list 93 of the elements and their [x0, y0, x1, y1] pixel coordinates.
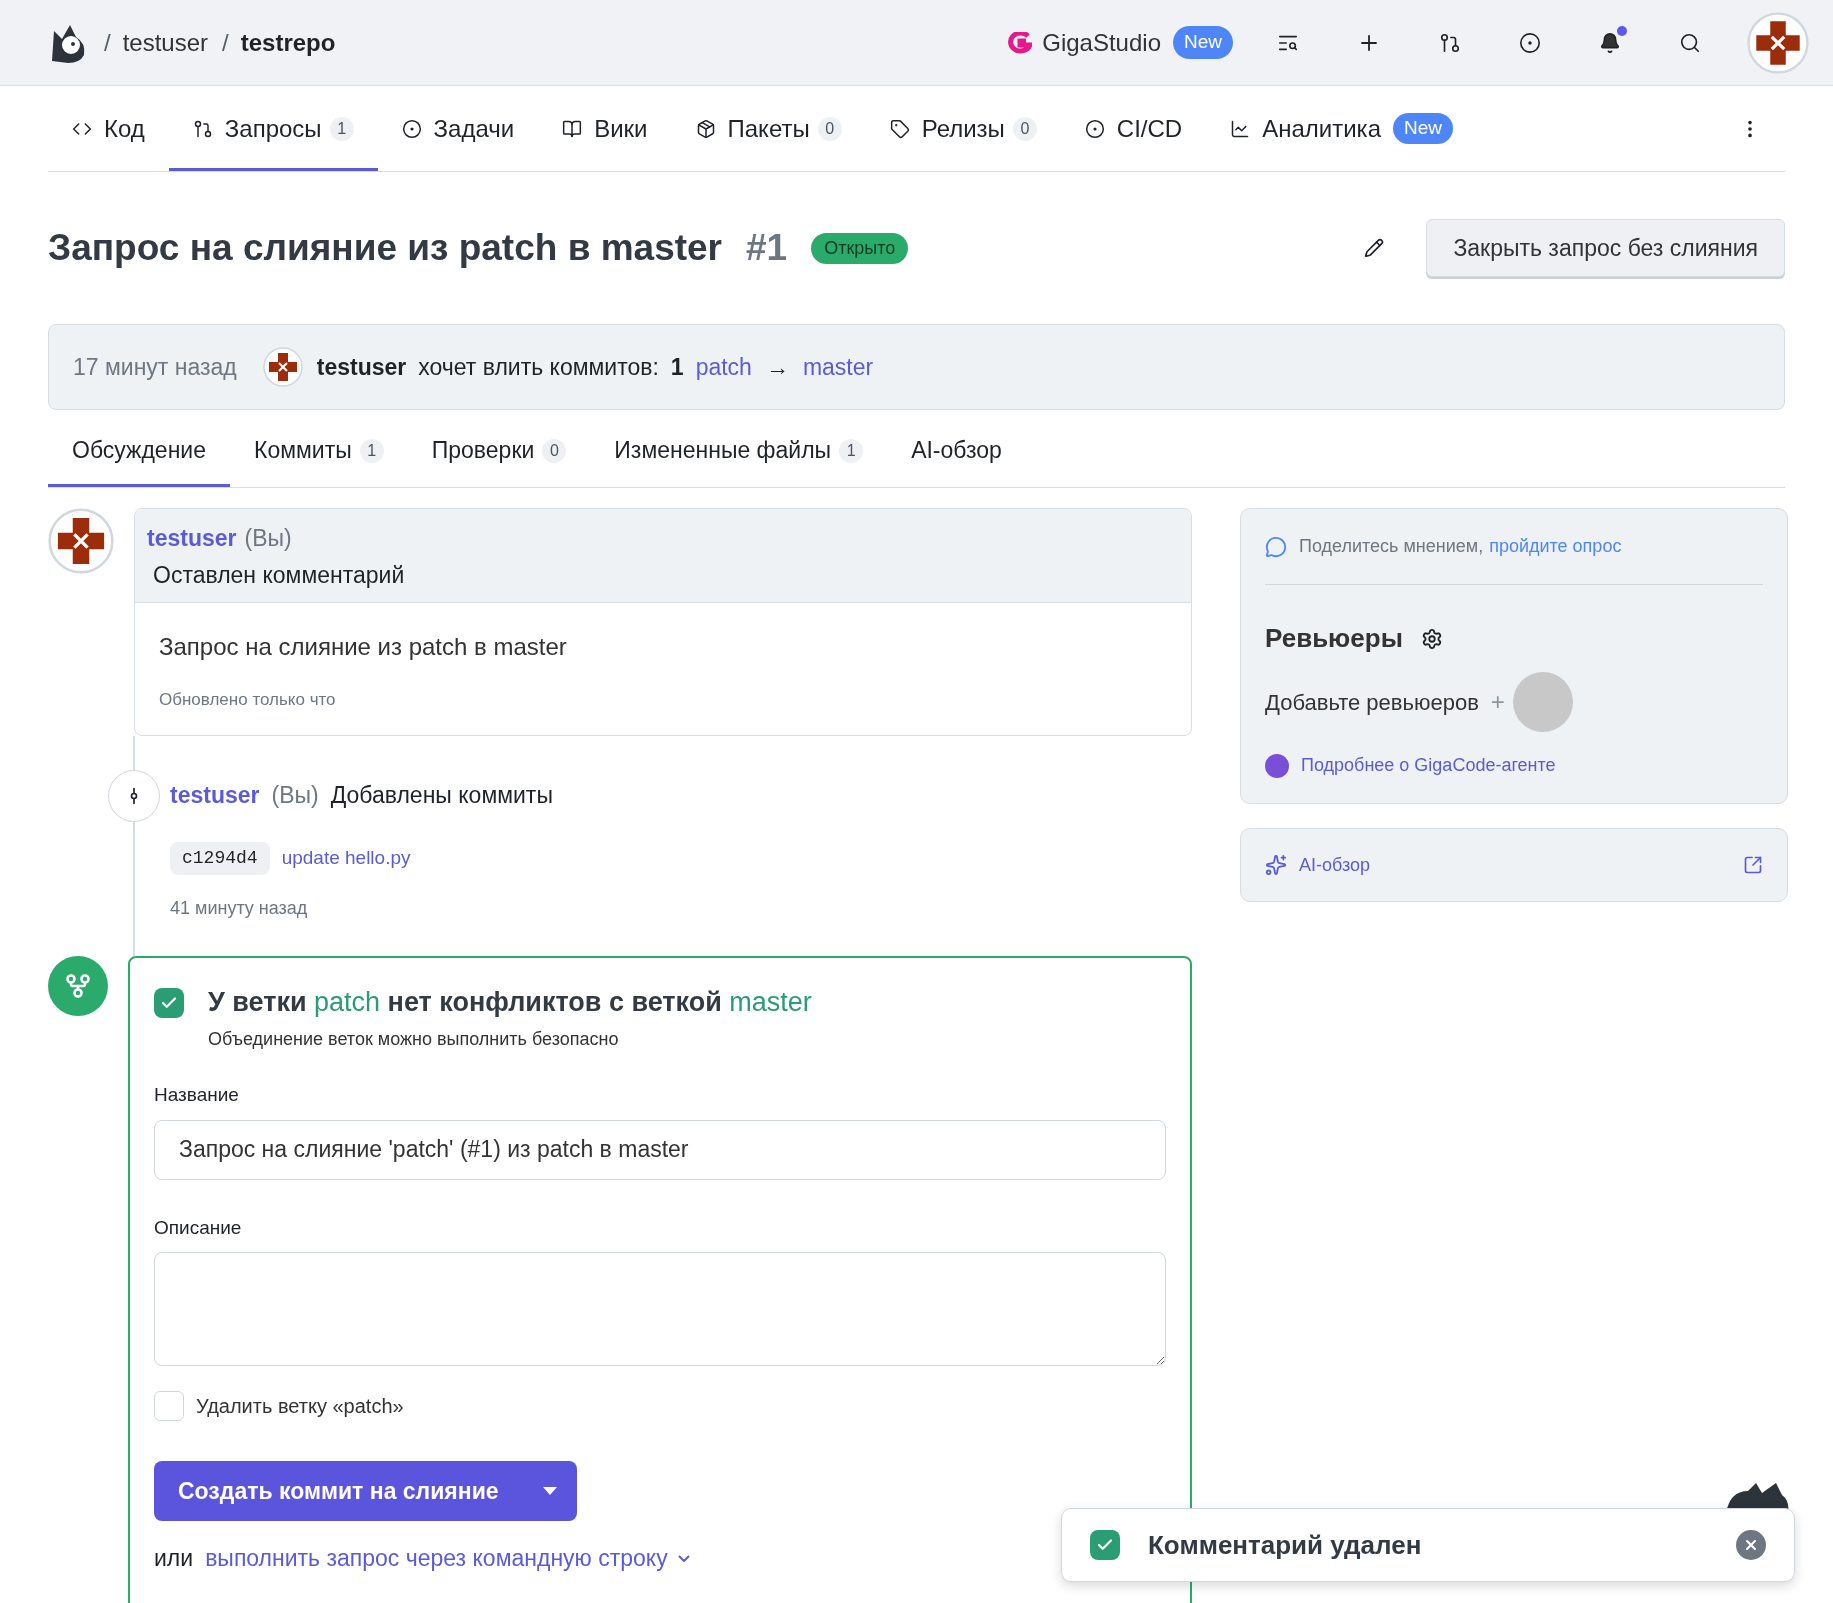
edit-icon[interactable] — [1364, 238, 1385, 258]
breadcrumb-link[interactable]: testrepo — [240, 24, 336, 61]
you-label: (Вы) — [271, 781, 319, 811]
circle-dot-icon[interactable] — [1519, 31, 1541, 54]
user-avatar — [48, 508, 114, 574]
settings-icon[interactable] — [1420, 627, 1443, 650]
pr-tab[interactable]: Коммиты 1 — [230, 414, 408, 487]
info-text: хочет влить коммитов: — [418, 352, 659, 382]
pull-request-icon — [192, 118, 213, 139]
field-label: Описание — [154, 1215, 243, 1240]
you-label: (Вы) — [244, 524, 292, 553]
pr-number: #1 — [746, 226, 788, 271]
repo-tab[interactable]: Аналитика New — [1206, 86, 1477, 171]
count-badge: 0 — [542, 438, 567, 463]
chat-icon — [1265, 535, 1287, 558]
updated-text: Обновлено только что — [159, 689, 337, 711]
checkbox-label: Удалить ветку «patch» — [196, 1394, 404, 1419]
add-reviewers-text: Добавьте ревьюеров — [1265, 688, 1479, 717]
success-icon — [1090, 1530, 1120, 1560]
comment-action: Оставлен комментарий — [153, 560, 406, 590]
pr-tab[interactable]: AI-обзор — [887, 414, 1026, 487]
description-input[interactable] — [154, 1252, 1166, 1366]
toast-message: Комментарий удален — [1148, 1528, 1422, 1562]
repo-tab[interactable]: CI/CD — [1060, 86, 1207, 171]
user-link[interactable]: testuser — [170, 778, 260, 813]
repo-tab[interactable]: Релизы 0 — [865, 86, 1061, 171]
pr-tab[interactable]: Измененные файлы 1 — [590, 414, 888, 487]
branch-link[interactable]: patch — [695, 349, 752, 385]
user-avatar — [262, 347, 303, 387]
new-badge: New — [1173, 26, 1233, 59]
feedback-text: Поделитесь мнением, — [1299, 535, 1484, 558]
repo-tab[interactable]: Код — [48, 86, 169, 171]
circle-dot-icon — [401, 118, 422, 139]
comment-body: Запрос на слияние из patch в master — [159, 632, 568, 662]
breadcrumb-separator: / — [222, 27, 229, 58]
merge-heading: У ветки patch нет конфликтов с веткой master — [208, 985, 812, 1019]
pr-title: Запрос на слияние из patch в master — [48, 226, 722, 271]
studio-logo-icon — [1006, 31, 1033, 54]
studio-link[interactable]: GigaStudio — [1042, 24, 1161, 61]
command-line-link[interactable]: выполнить запрос через командную строку — [205, 1541, 690, 1576]
repo-tab[interactable]: Пакеты 0 — [671, 86, 866, 171]
tag-icon — [889, 118, 910, 139]
merge-commit-button[interactable]: Создать коммит на слияние — [154, 1461, 577, 1521]
repo-tab[interactable]: Вики — [538, 86, 672, 171]
close-icon — [1743, 1537, 1759, 1553]
commit-message-link[interactable]: update hello.py — [281, 843, 411, 873]
count-badge: 1 — [329, 116, 354, 141]
count-badge: 1 — [839, 438, 864, 463]
user-link[interactable]: testuser — [147, 521, 237, 556]
breadcrumb-separator: / — [104, 27, 111, 58]
commit-time: 41 минуту назад — [170, 896, 309, 920]
branches-icon — [64, 971, 92, 1000]
sparkles-icon — [1265, 854, 1287, 876]
count-badge: 0 — [817, 116, 842, 141]
book-icon — [562, 118, 583, 139]
close-button[interactable] — [1736, 1530, 1766, 1560]
merge-subtitle: Объединение веток можно выполнить безопасно — [208, 1028, 620, 1051]
user-avatar — [1747, 11, 1809, 74]
search-icon[interactable] — [1679, 31, 1701, 54]
or-text: или — [154, 1544, 194, 1573]
reviewers-title: Ревьюеры — [1265, 622, 1403, 655]
repo-tab[interactable]: Запросы 1 — [168, 86, 378, 171]
commit-count: 1 — [670, 352, 684, 382]
chevron-down-icon — [677, 1554, 690, 1562]
agent-link[interactable]: Подробнее о GigaCode-агенте — [1301, 752, 1556, 779]
count-badge: 1 — [359, 438, 384, 463]
bell-icon — [1599, 31, 1621, 54]
close-request-button[interactable]: Закрыть запрос без слияния — [1426, 219, 1785, 277]
external-link-icon — [1743, 855, 1763, 875]
circle-dot-icon — [1084, 118, 1105, 139]
agent-logo-icon — [1265, 753, 1289, 778]
commit-sha[interactable]: c1294d4 — [170, 841, 270, 875]
count-badge: 0 — [1012, 116, 1037, 141]
event-text: Добавлены коммиты — [330, 781, 553, 811]
status-badge: Открыто — [811, 232, 909, 264]
branch-link[interactable]: master — [802, 349, 874, 385]
package-icon — [695, 118, 716, 139]
user-link[interactable]: testuser — [316, 349, 407, 385]
breadcrumb-link[interactable]: testuser — [122, 24, 209, 61]
new-badge: New — [1393, 113, 1453, 144]
check-icon — [154, 987, 184, 1018]
field-label: Название — [154, 1083, 240, 1107]
ai-review-card[interactable]: AI-обзор — [1240, 828, 1788, 902]
time-text: 17 минут назад — [73, 352, 237, 382]
pr-tab[interactable]: Проверки 0 — [407, 414, 591, 487]
title-input[interactable]: Запрос на слияние 'patch' (#1) из patch в master — [154, 1119, 1166, 1180]
pr-tab[interactable]: Обсуждение — [48, 414, 230, 487]
pull-request-icon[interactable] — [1439, 31, 1461, 54]
caret-icon — [543, 1487, 557, 1495]
arrow-text: → — [765, 352, 789, 382]
repo-tab[interactable]: Задачи — [377, 86, 539, 171]
chart-icon — [1230, 118, 1251, 139]
delete-branch-checkbox[interactable] — [154, 1391, 184, 1421]
